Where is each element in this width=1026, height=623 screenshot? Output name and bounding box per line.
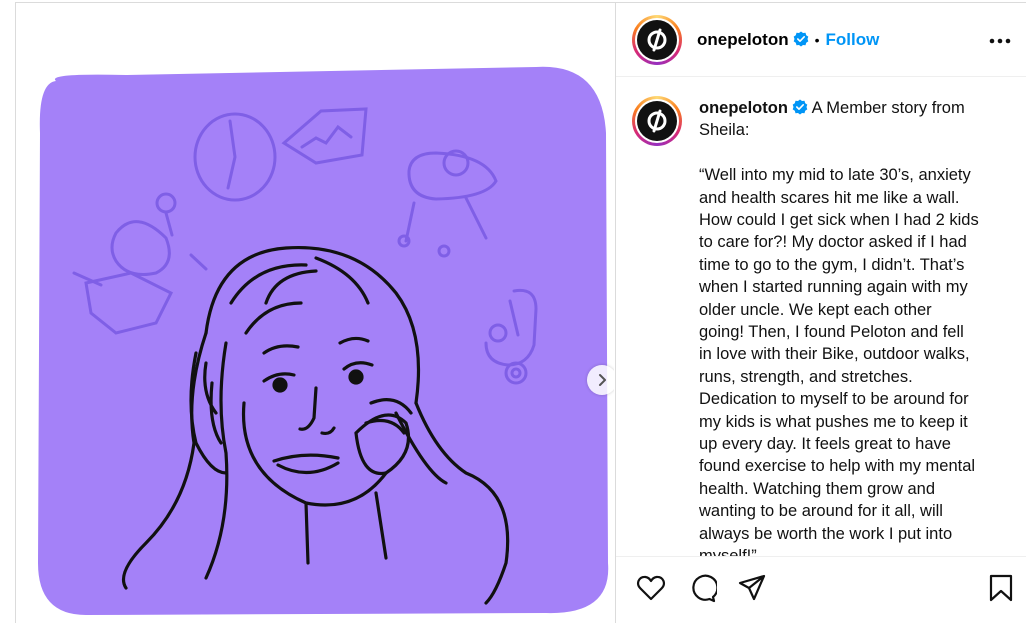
- caption-line: my kids is what pushes me to keep it: [699, 412, 968, 431]
- caption-line: and health scares hit me like a wall.: [699, 188, 960, 207]
- share-button[interactable]: [737, 573, 767, 608]
- caption-line: runs, strength, and stretches.: [699, 367, 913, 386]
- like-button[interactable]: [636, 573, 666, 608]
- caption-line: onepeloton A Member story from: [699, 97, 1004, 119]
- caption-line: found exercise to help with my mental: [699, 457, 976, 476]
- caption-line: How could I get sick when I had 2 kids: [699, 211, 979, 230]
- caption-line: always be worth the work I put into: [699, 524, 953, 543]
- verified-badge-icon: [792, 99, 808, 115]
- action-bar: [616, 556, 1026, 623]
- verified-badge-icon: [793, 31, 808, 47]
- peloton-logo-icon: [647, 109, 667, 133]
- separator-dot: •: [814, 32, 820, 48]
- caption-line: [699, 142, 1004, 164]
- username-link[interactable]: onepeloton: [697, 30, 789, 49]
- peloton-logo-icon: [647, 28, 667, 52]
- post-image[interactable]: [16, 3, 614, 623]
- avatar[interactable]: [632, 15, 682, 65]
- caption-area: onepeloton A Member story from Sheila: “…: [616, 78, 1026, 556]
- header-user-line: onepeloton • Follow: [697, 30, 879, 50]
- comment-icon: [692, 574, 719, 603]
- caption-line: when I started running again with my: [699, 278, 968, 297]
- caption-line: myself!”: [699, 545, 1004, 556]
- more-options-icon: [989, 38, 1011, 44]
- post-header: onepeloton • Follow: [616, 3, 1026, 77]
- comment-button[interactable]: [687, 573, 719, 608]
- caption-line: going! Then, I found Peloton and fell: [699, 323, 964, 342]
- chevron-right-icon: [599, 374, 606, 386]
- caption-line: “Well into my mid to late 30’s, anxiety: [699, 166, 971, 185]
- caption-line: health. Watching them grow and: [699, 479, 936, 498]
- bookmark-icon: [989, 574, 1013, 602]
- caption-line: Dedication to myself to be around for: [699, 390, 969, 409]
- caption-text: onepeloton A Member story from Sheila: “…: [699, 97, 1004, 556]
- caption-line: up every day. It feels great to have: [699, 435, 951, 454]
- caption-username-link[interactable]: onepeloton: [699, 99, 788, 117]
- caption-line: time to go to the gym, I didn’t. That’s: [699, 255, 965, 274]
- caption-avatar[interactable]: [632, 96, 682, 146]
- more-options-button[interactable]: [989, 31, 1011, 49]
- save-button[interactable]: [988, 573, 1014, 608]
- next-image-button[interactable]: [587, 365, 614, 395]
- caption-line: Sheila:: [699, 121, 750, 140]
- heart-icon: [636, 575, 666, 601]
- caption-line: older uncle. We kept each other: [699, 300, 932, 319]
- post-sidebar: onepeloton • Follow onepeloton A Member …: [615, 3, 1026, 623]
- caption-line: wanting to be around for it all, will: [699, 502, 943, 521]
- illustration: [38, 66, 609, 615]
- share-icon: [738, 574, 766, 601]
- caption-line: to care for?! My doctor asked if I had: [699, 233, 967, 252]
- follow-button[interactable]: Follow: [826, 30, 880, 49]
- caption-line-text: A Member story from: [811, 99, 965, 117]
- caption-line: in love with their Bike, outdoor walks,: [699, 345, 970, 364]
